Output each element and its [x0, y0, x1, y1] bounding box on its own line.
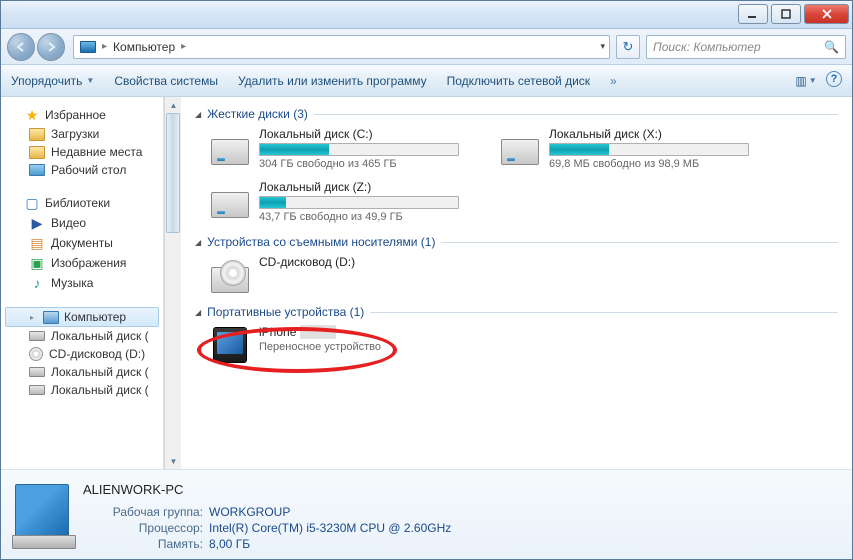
cpu-value: Intel(R) Core(TM) i5-3230M CPU @ 2.60GHz: [209, 521, 451, 535]
details-pane: ALIENWORK-PC Рабочая группа:WORKGROUP Пр…: [1, 469, 852, 559]
library-icon: ▢: [24, 195, 40, 211]
drive-icon: [29, 331, 45, 341]
usage-bar: [260, 197, 286, 208]
scroll-up-icon[interactable]: ▲: [165, 97, 182, 113]
view-button[interactable]: ▥▼: [796, 71, 816, 91]
cd-drive-icon: [211, 267, 249, 293]
picture-icon: ▣: [29, 255, 45, 271]
usage-bar: [550, 144, 609, 155]
sidebar-documents[interactable]: ▤Документы: [1, 233, 163, 253]
computer-large-icon: [15, 484, 69, 538]
maximize-button[interactable]: [771, 4, 801, 24]
device-iphone[interactable]: iPhone xxПереносное устройство: [209, 325, 459, 363]
sidebar-recent[interactable]: Недавние места: [1, 143, 163, 161]
music-icon: ♪: [29, 275, 45, 291]
command-bar: Упорядочить▼ Свойства системы Удалить ил…: [1, 65, 852, 97]
section-portable[interactable]: ◢Портативные устройства (1): [195, 305, 838, 319]
drive-icon: [29, 367, 45, 377]
workgroup-value: WORKGROUP: [209, 505, 290, 519]
hdd-icon: [211, 139, 249, 165]
close-button[interactable]: [804, 4, 849, 24]
phone-icon: [213, 327, 247, 363]
search-icon: 🔍: [824, 40, 839, 54]
ram-label: Память:: [83, 537, 209, 551]
sidebar-drive-x[interactable]: Локальный диск (: [1, 363, 163, 381]
sidebar-drive-d[interactable]: CD-дисковод (D:): [1, 345, 163, 363]
navigation-pane: ★Избранное Загрузки Недавние места Рабоч…: [1, 97, 164, 469]
computer-icon: [43, 311, 59, 324]
address-dropdown-icon[interactable]: ▾: [600, 41, 605, 52]
explorer-window: ▸Компьютер▸ ▾ ↻ Поиск: Компьютер 🔍 Упоря…: [0, 0, 853, 560]
drive-z[interactable]: Локальный диск (Z:)43,7 ГБ свободно из 4…: [209, 180, 459, 223]
sidebar-downloads[interactable]: Загрузки: [1, 125, 163, 143]
breadcrumb-computer: Компьютер: [113, 40, 175, 54]
sidebar-drive-c[interactable]: Локальный диск (: [1, 327, 163, 345]
scroll-down-icon[interactable]: ▼: [165, 453, 182, 469]
desktop-icon: [29, 164, 45, 176]
star-icon: ★: [24, 107, 40, 123]
drive-c[interactable]: Локальный диск (C:)304 ГБ свободно из 46…: [209, 127, 459, 170]
forward-button[interactable]: [37, 33, 65, 61]
cd-icon: [29, 347, 43, 361]
address-bar-row: ▸Компьютер▸ ▾ ↻ Поиск: Компьютер 🔍: [1, 29, 852, 65]
system-properties-button[interactable]: Свойства системы: [114, 74, 218, 88]
hdd-icon: [501, 139, 539, 165]
sidebar-video[interactable]: ▶Видео: [1, 213, 163, 233]
folder-icon: [29, 128, 45, 141]
help-button[interactable]: ?: [826, 71, 842, 87]
search-input[interactable]: Поиск: Компьютер 🔍: [646, 35, 846, 59]
computer-icon: [80, 41, 96, 53]
video-icon: ▶: [29, 215, 45, 231]
sidebar-pictures[interactable]: ▣Изображения: [1, 253, 163, 273]
address-bar[interactable]: ▸Компьютер▸ ▾: [73, 35, 610, 59]
content-pane: ◢Жесткие диски (3) Локальный диск (C:)30…: [181, 97, 852, 469]
sidebar-desktop[interactable]: Рабочий стол: [1, 161, 163, 179]
sidebar-scrollbar[interactable]: ▲ ▼: [164, 97, 181, 469]
ram-value: 8,00 ГБ: [209, 537, 250, 551]
minimize-button[interactable]: [738, 4, 768, 24]
drive-x[interactable]: Локальный диск (X:)69,8 МБ свободно из 9…: [499, 127, 749, 170]
section-removable[interactable]: ◢Устройства со съемными носителями (1): [195, 235, 838, 249]
scroll-thumb[interactable]: [166, 113, 180, 233]
document-icon: ▤: [29, 235, 45, 251]
drive-d-cd[interactable]: CD-дисковод (D:): [209, 255, 459, 293]
sidebar-music[interactable]: ♪Музыка: [1, 273, 163, 293]
uninstall-program-button[interactable]: Удалить или изменить программу: [238, 74, 427, 88]
back-button[interactable]: [7, 33, 35, 61]
refresh-button[interactable]: ↻: [616, 35, 640, 59]
search-placeholder: Поиск: Компьютер: [653, 40, 761, 54]
drive-icon: [29, 385, 45, 395]
organize-button[interactable]: Упорядочить▼: [11, 74, 94, 88]
section-hard-disks[interactable]: ◢Жесткие диски (3): [195, 107, 838, 121]
hdd-icon: [211, 192, 249, 218]
computer-name: ALIENWORK-PC: [83, 482, 451, 497]
sidebar-computer[interactable]: ▸Компьютер: [5, 307, 159, 327]
titlebar: [1, 1, 852, 29]
usage-bar: [260, 144, 329, 155]
workgroup-label: Рабочая группа:: [83, 505, 209, 519]
sidebar-libraries[interactable]: ▢Библиотеки: [1, 193, 163, 213]
folder-icon: [29, 146, 45, 159]
sidebar-favorites[interactable]: ★Избранное: [1, 105, 163, 125]
map-network-drive-button[interactable]: Подключить сетевой диск: [447, 74, 590, 88]
sidebar-drive-z[interactable]: Локальный диск (: [1, 381, 163, 399]
cpu-label: Процессор:: [83, 521, 209, 535]
